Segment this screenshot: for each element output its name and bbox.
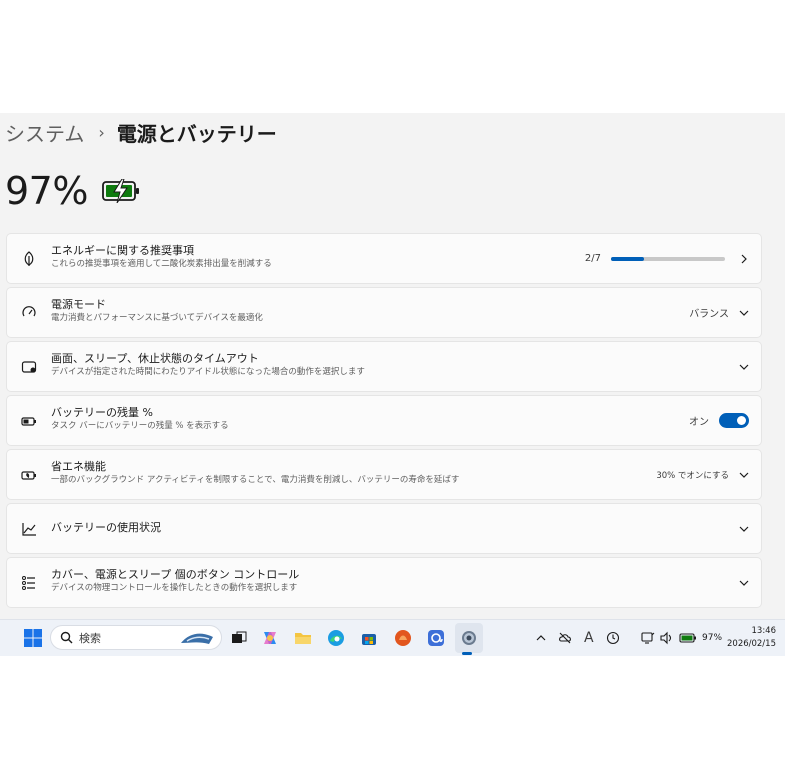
breadcrumb: システム › 電源とバッテリー xyxy=(5,117,277,147)
card-title: 電源モード xyxy=(51,298,106,311)
card-subtitle: これらの推奨事項を適用して二酸化炭素排出量を削減する xyxy=(51,259,272,269)
card-title: 画面、スリープ、休止状態のタイムアウト xyxy=(51,352,259,365)
taskbar-clock[interactable]: 13:46 2026/02/15 xyxy=(726,625,776,651)
recommendation-count: 2/7 xyxy=(584,253,601,264)
card-subtitle: デバイスの物理コントロールを操作したときの動作を選択します xyxy=(51,583,298,593)
chevron-down-icon xyxy=(739,580,749,586)
system-tray: A xyxy=(536,620,620,656)
chevron-right-icon xyxy=(741,254,747,263)
card-title: バッテリーの使用状況 xyxy=(51,521,161,534)
card-energy-recommendations[interactable]: エネルギーに関する推奨事項 これらの推奨事項を適用して二酸化炭素排出量を削減する… xyxy=(6,233,762,284)
tray-battery-icon xyxy=(679,633,696,643)
card-title: バッテリーの残量 % xyxy=(51,406,153,419)
taskbar-search[interactable]: 検索 xyxy=(50,625,222,650)
leaf-icon xyxy=(19,249,39,269)
clock-time: 13:46 xyxy=(751,626,777,636)
card-battery-usage[interactable]: バッテリーの使用状況 xyxy=(6,503,762,554)
energy-saver-threshold: 30% でオンにする xyxy=(656,470,729,481)
tray-battery-percent: 97% xyxy=(702,633,723,643)
battery-percent: 97% xyxy=(5,169,88,213)
breadcrumb-system-link[interactable]: システム xyxy=(5,118,84,147)
card-subtitle: デバイスが指定された時間にわたりアイドル状態になった場合の動作を選択します xyxy=(51,367,365,377)
chevron-down-icon xyxy=(739,364,749,370)
settings-icon[interactable] xyxy=(459,628,479,648)
toggle-state-label: オン xyxy=(689,417,709,428)
battery-percent-icon xyxy=(19,411,39,431)
card-button-controls[interactable]: カバー、電源とスリープ 個のボタン コントロール デバイスの物理コントロールを操… xyxy=(6,557,762,608)
settings-window: システム › 電源とバッテリー 97% エネルギーに関する推奨事項 これらの推奨… xyxy=(0,113,785,619)
battery-summary: 97% xyxy=(5,168,140,214)
chevron-up-icon[interactable] xyxy=(536,633,546,643)
screen-sleep-icon xyxy=(19,357,39,377)
search-icon xyxy=(60,631,73,644)
card-title: カバー、電源とスリープ 個のボタン コントロール xyxy=(51,568,300,581)
card-battery-percentage: バッテリーの残量 % タスク バーにバッテリーの残量 % を表示する オン xyxy=(6,395,762,446)
start-icon[interactable] xyxy=(24,629,42,647)
button-controls-icon xyxy=(19,573,39,593)
energy-saver-icon xyxy=(19,465,39,485)
task-view-icon[interactable] xyxy=(229,628,249,648)
power-mode-select[interactable]: バランス xyxy=(689,305,729,320)
breadcrumb-separator: › xyxy=(98,122,105,142)
card-subtitle: タスク バーにバッテリーの残量 % を表示する xyxy=(51,421,229,431)
power-mode-icon xyxy=(19,303,39,323)
mail-icon[interactable] xyxy=(426,628,446,648)
search-highlight-icon xyxy=(181,633,213,644)
chevron-down-icon xyxy=(739,472,749,478)
cloud-off-icon[interactable] xyxy=(558,631,572,645)
recommendation-progress xyxy=(611,256,725,261)
card-title: 省エネ機能 xyxy=(51,460,106,473)
edge-icon[interactable] xyxy=(326,628,346,648)
store-icon[interactable] xyxy=(359,628,379,648)
card-title: エネルギーに関する推奨事項 xyxy=(51,244,194,257)
search-placeholder: 検索 xyxy=(79,631,101,645)
active-app-indicator xyxy=(462,652,472,655)
volume-icon xyxy=(660,631,672,645)
chevron-down-icon xyxy=(739,310,749,316)
clock-date: 2026/02/15 xyxy=(727,639,776,649)
card-subtitle: 電力消費とパフォーマンスに基づいてデバイスを最適化 xyxy=(51,313,263,323)
network-icon xyxy=(641,632,655,644)
card-subtitle: 一部のバックグラウンド アクティビティを制限することで、電力消費を削減し、バッテ… xyxy=(51,475,460,485)
clock-app-icon[interactable] xyxy=(606,631,620,645)
ime-mode-icon[interactable]: A xyxy=(584,630,594,646)
page-title: 電源とバッテリー xyxy=(116,121,277,146)
charging-battery-icon xyxy=(102,179,139,203)
chevron-down-icon xyxy=(739,526,749,532)
file-explorer-icon[interactable] xyxy=(293,628,313,648)
usage-chart-icon xyxy=(19,519,39,539)
battery-percent-toggle[interactable] xyxy=(719,413,749,428)
app-orange-icon[interactable] xyxy=(393,628,413,648)
card-energy-saver[interactable]: 省エネ機能 一部のバックグラウンド アクティビティを制限することで、電力消費を削… xyxy=(6,449,762,500)
taskbar: 検索 A 97% 13:46 2026/02/15 xyxy=(0,619,785,656)
copilot-icon[interactable] xyxy=(260,628,280,648)
quick-settings[interactable]: 97% xyxy=(641,620,722,656)
card-power-mode[interactable]: 電源モード 電力消費とパフォーマンスに基づいてデバイスを最適化 バランス xyxy=(6,287,762,338)
card-screen-sleep-timeout[interactable]: 画面、スリープ、休止状態のタイムアウト デバイスが指定された時間にわたりアイドル… xyxy=(6,341,762,392)
